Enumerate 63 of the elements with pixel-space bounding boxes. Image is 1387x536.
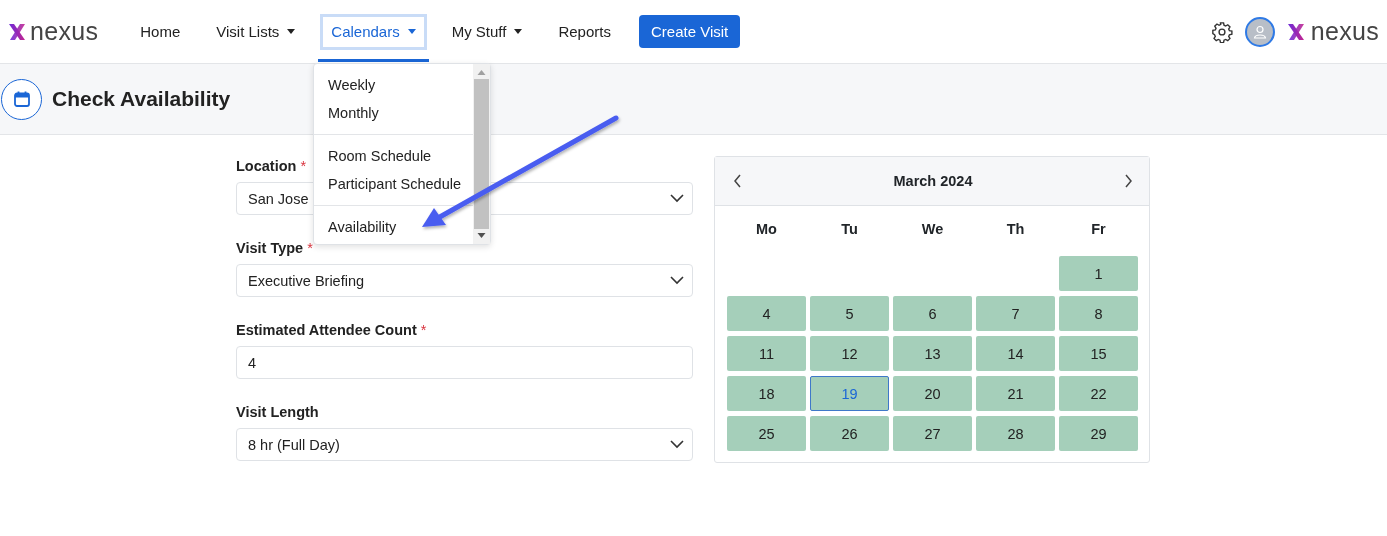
day-cell[interactable]: 25 — [727, 416, 806, 451]
required-mark: * — [307, 240, 313, 256]
field-label: Estimated Attendee Count — [236, 322, 417, 338]
day-cell[interactable]: 21 — [976, 376, 1055, 411]
required-mark: * — [300, 158, 307, 174]
avatar[interactable] — [1244, 16, 1275, 47]
day-cell[interactable]: 13 — [893, 336, 972, 371]
select-field[interactable]: 8 hr (Full Day) — [236, 428, 693, 461]
previous-month-icon[interactable] — [733, 174, 742, 188]
caret-icon — [407, 29, 416, 34]
nav-link[interactable]: Visit Lists — [205, 13, 307, 50]
day-cell[interactable]: 28 — [976, 416, 1055, 451]
field-label: Visit Length — [236, 404, 319, 420]
chevron-down-icon — [670, 194, 684, 203]
settings-icon[interactable] — [1210, 20, 1233, 43]
day-cell[interactable]: 6 — [893, 296, 972, 331]
caret-icon — [514, 29, 523, 34]
day-cell[interactable]: 5 — [810, 296, 889, 331]
day-cell[interactable]: 26 — [810, 416, 889, 451]
menu-item[interactable]: Availability — [314, 213, 473, 241]
nav-link[interactable]: Reports — [547, 13, 622, 50]
menu-item[interactable]: Participant Schedule — [314, 170, 473, 198]
nav-link[interactable]: My Stuff — [440, 13, 534, 50]
weekday-label: We — [921, 220, 944, 237]
day-cell[interactable]: 7 — [976, 296, 1055, 331]
menu-item[interactable]: Weekly — [314, 71, 473, 99]
weekday-label: Tu — [841, 220, 858, 237]
day-cell[interactable]: 12 — [810, 336, 889, 371]
day-cell[interactable]: 11 — [727, 336, 806, 371]
logo-icon — [8, 22, 26, 41]
scroll-down-icon[interactable] — [477, 231, 486, 239]
partner-brand-name: nexus — [1310, 17, 1379, 46]
input-field[interactable]: 4 — [236, 346, 693, 379]
caret-icon — [287, 29, 296, 34]
day-cell[interactable]: 20 — [893, 376, 972, 411]
brand-name: nexus — [30, 17, 99, 46]
day-cell[interactable]: 4 — [727, 296, 806, 331]
day-cell[interactable]: 8 — [1059, 296, 1138, 331]
create-visit-button[interactable]: Create Visit — [638, 15, 741, 48]
required-mark: * — [420, 322, 427, 338]
day-cell[interactable]: 22 — [1059, 376, 1138, 411]
day-cell[interactable]: 1 — [1059, 256, 1138, 291]
logo-icon — [1286, 22, 1305, 41]
menu-item[interactable]: Room Schedule — [314, 142, 473, 170]
page-title: Check Availability — [52, 87, 231, 111]
field-label: Visit Type — [236, 240, 304, 256]
month-title: March 2024 — [893, 173, 973, 189]
day-cell[interactable]: 27 — [893, 416, 972, 451]
weekday-label: Mo — [756, 220, 777, 237]
scrollbar[interactable] — [473, 64, 490, 244]
chevron-down-icon — [670, 276, 684, 285]
day-cell[interactable]: 18 — [727, 376, 806, 411]
weekday-label: Th — [1006, 220, 1025, 237]
field-label: Location — [236, 158, 297, 174]
menu-item[interactable]: Monthly — [314, 99, 473, 127]
weekday-label: Fr — [1091, 220, 1106, 237]
day-cell[interactable]: 29 — [1059, 416, 1138, 451]
nav-link[interactable]: Home — [129, 13, 192, 50]
day-cell[interactable]: 15 — [1059, 336, 1138, 371]
day-cell[interactable]: 14 — [976, 336, 1055, 371]
next-month-icon[interactable] — [1124, 174, 1133, 188]
select-field[interactable]: Executive Briefing — [236, 264, 693, 297]
chevron-down-icon — [670, 440, 684, 449]
